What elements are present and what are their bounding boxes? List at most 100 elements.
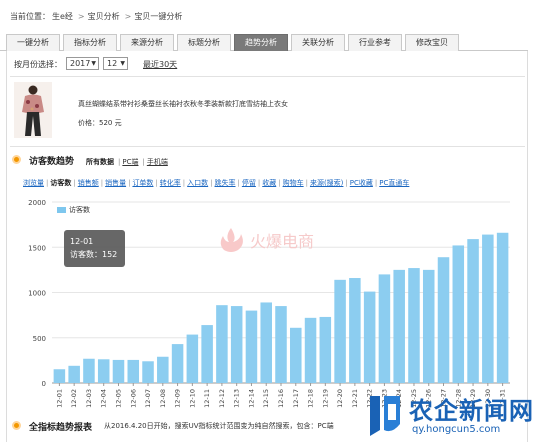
bar xyxy=(275,306,287,383)
x-tick-label: 12-17 xyxy=(292,389,300,408)
metric-link[interactable]: 订单数 xyxy=(132,179,153,187)
tooltip-value: 访客数：152 xyxy=(70,250,118,259)
metric-link[interactable]: 收藏 xyxy=(262,179,276,187)
bar xyxy=(467,239,479,383)
bar xyxy=(201,325,213,383)
tab-edit-item[interactable]: 修改宝贝 xyxy=(405,34,459,51)
sub-tab-all[interactable]: 所有数据 xyxy=(86,158,114,166)
section-bullet-icon xyxy=(12,421,21,430)
month-select[interactable]: 12 ▼ xyxy=(103,57,128,70)
x-tick-label: 12-05 xyxy=(114,389,122,408)
dropdown-arrow-icon: ▼ xyxy=(120,60,125,67)
breadcrumb-prefix: 当前位置： xyxy=(10,12,50,21)
breadcrumb-separator: > xyxy=(124,12,132,21)
metric-link[interactable]: 访客数 xyxy=(50,179,71,187)
metric-link[interactable]: 停留 xyxy=(242,179,256,187)
tab-related-analysis[interactable]: 关联分析 xyxy=(291,34,345,51)
bar xyxy=(68,365,80,383)
separator: | xyxy=(73,179,76,187)
x-tick-label: 12-04 xyxy=(100,389,108,408)
y-tick-label: 2000 xyxy=(28,199,46,207)
metric-link[interactable]: PC直通车 xyxy=(379,179,409,187)
product-photo-icon xyxy=(14,82,52,138)
bar xyxy=(437,257,450,383)
tooltip-date: 12-01 xyxy=(70,237,94,246)
metric-selector: 浏览量 | 访客数 | 销售额 | 销售量 | 订单数 | 转化率 | 入口数 | 跳失率 | 停留 | 收藏 | 购物… xyxy=(23,178,409,188)
device-sub-tabs: 所有数据 | PC端 | 手机端 xyxy=(86,157,170,167)
separator: | xyxy=(257,179,261,187)
y-tick-label: 0 xyxy=(42,380,46,388)
bar xyxy=(53,369,66,383)
recent-30-days-link[interactable]: 最近30天 xyxy=(143,59,177,70)
divider xyxy=(10,146,525,147)
separator: | xyxy=(305,179,308,187)
bar xyxy=(97,359,110,383)
x-tick-label: 12-02 xyxy=(70,389,78,408)
bar xyxy=(112,359,125,383)
tab-title-analysis[interactable]: 标题分析 xyxy=(177,34,231,51)
metric-link[interactable]: PC收藏 xyxy=(350,179,373,187)
sub-tab-pc[interactable]: PC端 xyxy=(122,158,138,166)
bar xyxy=(349,278,361,383)
bar xyxy=(127,359,140,383)
metric-link[interactable]: 浏览量 xyxy=(23,179,44,187)
bar xyxy=(83,358,95,383)
chart-legend[interactable]: 访客数 xyxy=(57,205,90,215)
legend-swatch xyxy=(57,207,66,213)
y-tick-label: 1000 xyxy=(28,290,46,298)
metric-link[interactable]: 跳失率 xyxy=(215,179,236,187)
bar xyxy=(260,302,272,383)
x-tick-label: 12-08 xyxy=(159,389,167,408)
x-tick-label: 12-19 xyxy=(321,389,329,408)
tab-trend-analysis[interactable]: 趋势分析 xyxy=(234,34,288,51)
metric-link[interactable]: 转化率 xyxy=(160,179,181,187)
divider xyxy=(10,76,525,77)
year-select[interactable]: 2017 ▼ xyxy=(66,57,99,70)
tab-metric-analysis[interactable]: 指标分析 xyxy=(63,34,117,51)
separator: | xyxy=(46,179,49,187)
sub-tab-mobile[interactable]: 手机端 xyxy=(147,158,168,166)
visitor-trend-chart: 0 500 1000 1500 2000 12-01 12-02 12-03 12-04 12-0… xyxy=(10,190,530,415)
breadcrumb-item[interactable]: 宝贝一键分析 xyxy=(134,12,182,21)
separator: | xyxy=(374,179,378,187)
metric-link[interactable]: 入口数 xyxy=(187,179,208,187)
month-filter-label: 按月份选择： xyxy=(14,60,62,69)
bar xyxy=(393,269,405,383)
section-bullet-icon xyxy=(12,155,21,164)
bar xyxy=(482,234,494,383)
tab-bar: 一键分析 指标分析 来源分析 标题分析 趋势分析 关联分析 行业参考 修改宝贝 xyxy=(0,34,528,51)
metric-link[interactable]: 销售额 xyxy=(78,179,99,187)
x-tick-label: 12-09 xyxy=(174,389,182,408)
tab-one-click-analysis[interactable]: 一键分析 xyxy=(6,34,60,51)
bar xyxy=(363,291,376,383)
site-logo-icon xyxy=(366,390,404,438)
separator: | xyxy=(237,179,240,187)
x-tick-label: 12-18 xyxy=(307,389,315,408)
site-logo-url: qy.hongcun5.com xyxy=(412,424,501,435)
bar xyxy=(245,310,258,383)
dropdown-arrow-icon: ▼ xyxy=(91,60,96,67)
x-tick-label: 12-03 xyxy=(85,389,93,408)
x-tick-label: 12-01 xyxy=(55,389,63,408)
bar xyxy=(216,305,228,383)
metric-link[interactable]: 购物车 xyxy=(283,179,304,187)
tab-industry-reference[interactable]: 行业参考 xyxy=(348,34,402,51)
separator: | xyxy=(118,158,121,166)
separator: | xyxy=(345,179,348,187)
bar xyxy=(157,356,169,383)
product-image[interactable] xyxy=(14,82,52,138)
tab-source-analysis[interactable]: 来源分析 xyxy=(120,34,174,51)
bar xyxy=(142,361,154,383)
y-tick-label: 1500 xyxy=(28,244,46,252)
metric-link[interactable]: 来源(搜索) xyxy=(310,179,343,187)
x-tick-label: 12-15 xyxy=(262,389,270,408)
year-value: 2017 xyxy=(70,59,91,68)
x-tick-label: 12-13 xyxy=(233,389,241,408)
watermark-flame-icon xyxy=(214,226,248,254)
bar xyxy=(422,269,435,383)
product-price: 价格：520 元 xyxy=(78,119,122,127)
breadcrumb-item[interactable]: 宝贝分析 xyxy=(88,12,120,21)
x-tick-label: 12-21 xyxy=(351,389,359,408)
breadcrumb-item[interactable]: 生e经 xyxy=(52,12,73,21)
metric-link[interactable]: 销售量 xyxy=(105,179,126,187)
